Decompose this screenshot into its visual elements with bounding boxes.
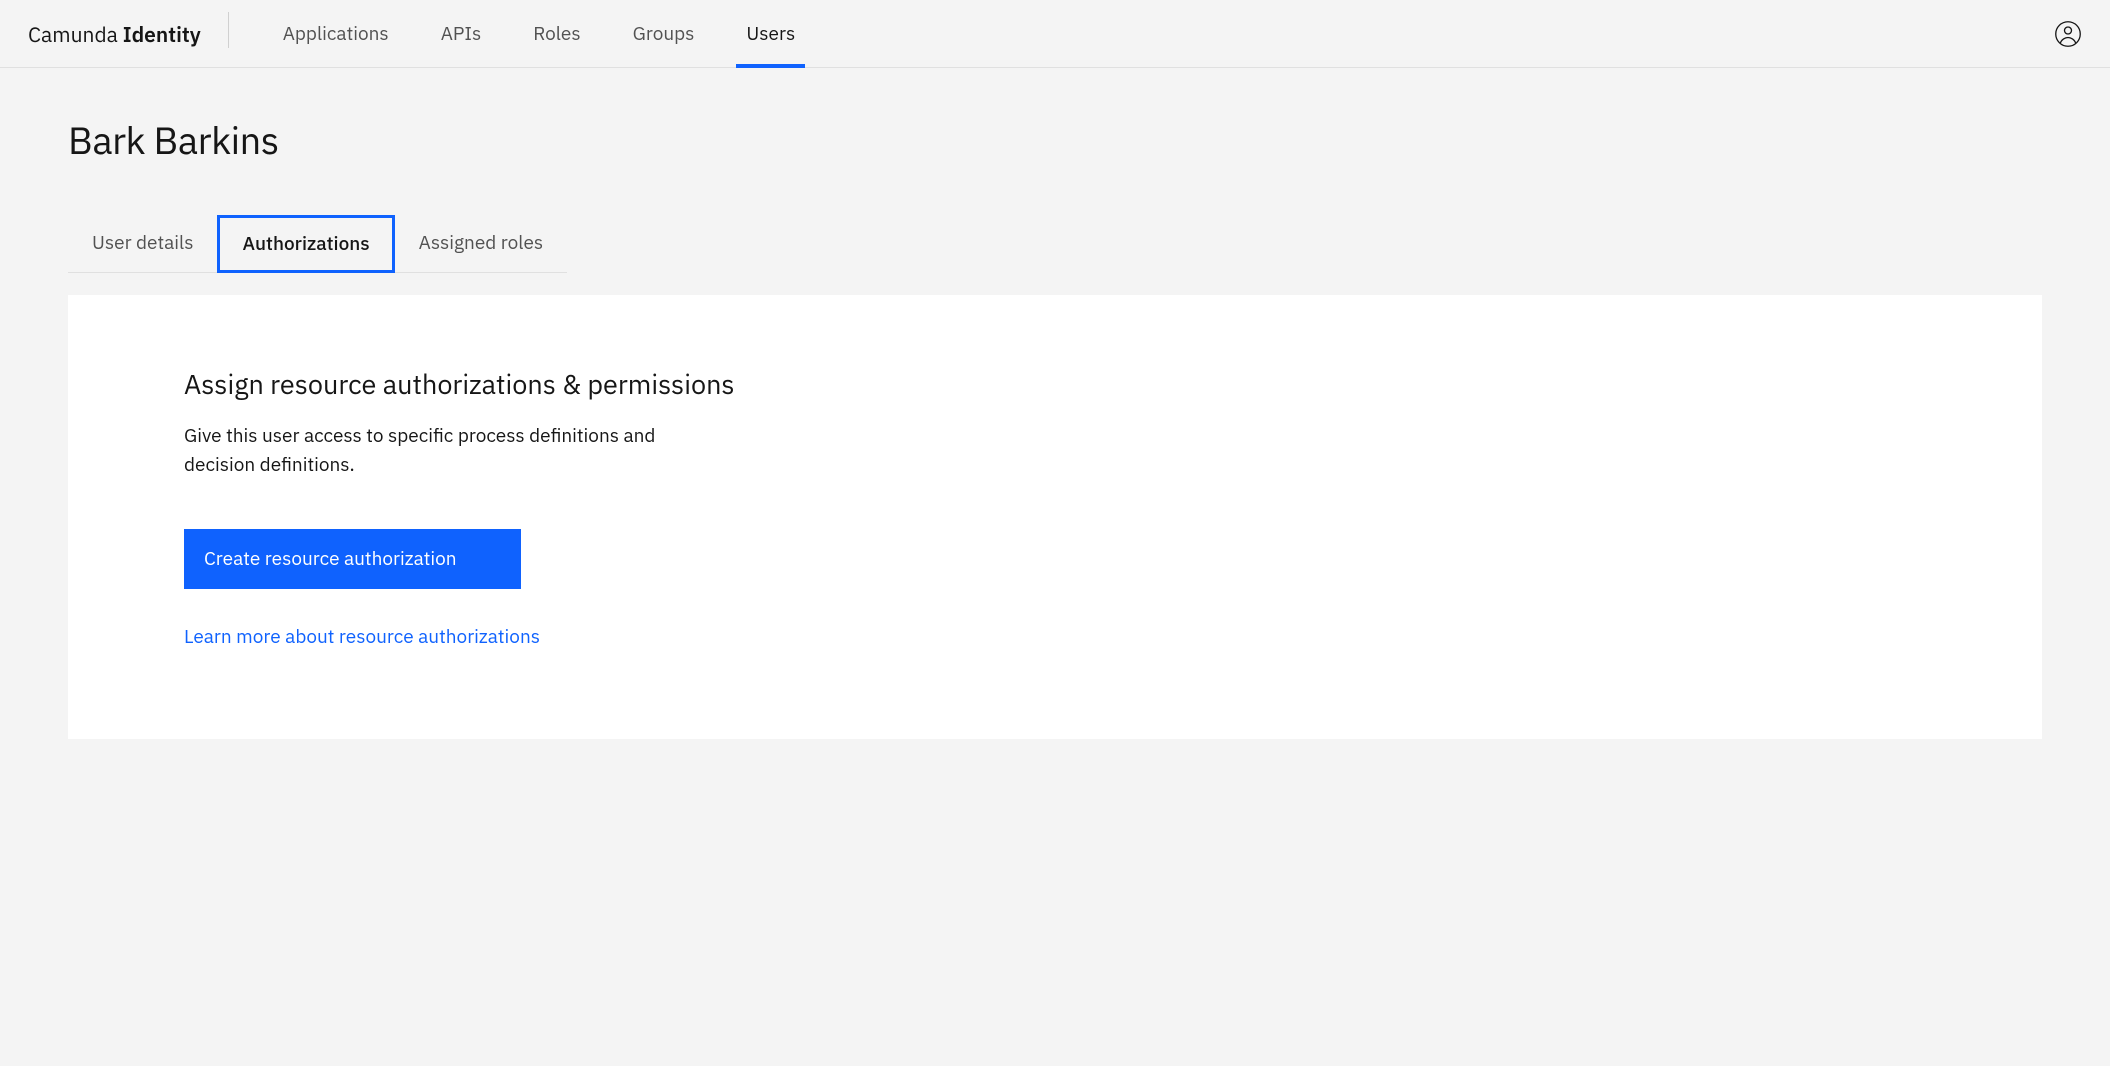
page-title: Bark Barkins [68,116,2042,165]
content: Bark Barkins User details Authorizations… [0,68,2110,787]
top-nav: Camunda Identity Applications APIs Roles… [0,0,2110,68]
tab-authorizations[interactable]: Authorizations [217,215,394,273]
nav-apis[interactable]: APIs [415,0,508,67]
tab-label: Authorizations [242,232,369,256]
brand-name-bold: Identity [123,20,201,48]
tab-label: User details [92,231,193,255]
tab-label: Assigned roles [419,231,543,255]
brand: Camunda Identity [28,20,229,48]
authorizations-panel: Assign resource authorizations & permiss… [68,295,2042,739]
nav-users[interactable]: Users [720,0,821,67]
brand-name-light: Camunda [28,20,123,48]
nav-roles[interactable]: Roles [507,0,606,67]
user-avatar-icon[interactable] [2054,20,2082,48]
nav-items: Applications APIs Roles Groups Users [257,0,821,67]
tabs: User details Authorizations Assigned rol… [68,215,567,273]
nav-applications[interactable]: Applications [257,0,415,67]
nav-label: Users [746,22,795,46]
nav-label: Roles [533,22,580,46]
nav-groups[interactable]: Groups [607,0,721,67]
create-resource-authorization-button[interactable]: Create resource authorization [184,529,521,589]
panel-description: Give this user access to specific proces… [184,422,724,481]
tab-user-details[interactable]: User details [68,215,217,273]
nav-label: Groups [633,22,695,46]
nav-label: Applications [283,22,389,46]
learn-more-link[interactable]: Learn more about resource authorizations [184,625,1926,649]
tab-assigned-roles[interactable]: Assigned roles [395,215,567,273]
nav-label: APIs [441,22,482,46]
panel-heading: Assign resource authorizations & permiss… [184,367,1926,402]
